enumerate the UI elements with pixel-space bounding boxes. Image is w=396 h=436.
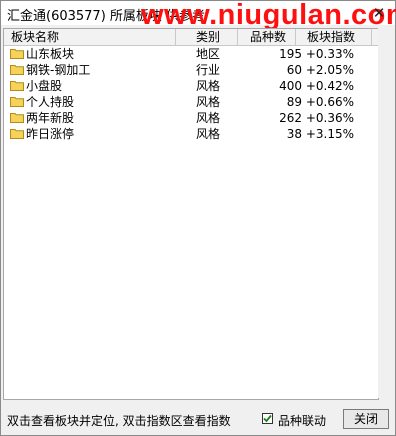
folder-icon (10, 81, 24, 91)
close-button[interactable]: 关闭 (343, 409, 389, 429)
link-checkbox[interactable] (262, 413, 273, 424)
sector-dialog: 汇金通(603577) 所属板块 供参考 www.niugulan.com ✕ … (0, 0, 396, 436)
column-header-count[interactable]: 品种数 (238, 29, 296, 45)
table-row[interactable]: 钢铁-钢加工 行业 60 +2.05% (4, 62, 378, 78)
table-row[interactable]: 个人持股 风格 89 +0.66% (4, 94, 378, 110)
sector-category: 风格 (196, 79, 221, 93)
sector-category: 风格 (196, 95, 221, 109)
column-header-category[interactable]: 类别 (176, 29, 238, 45)
column-header-name[interactable]: 板块名称 (4, 29, 176, 45)
close-icon[interactable]: ✕ (369, 3, 389, 23)
column-header-index[interactable]: 板块指数 (296, 29, 372, 45)
folder-icon (10, 113, 24, 123)
sector-count: 60 (286, 63, 302, 77)
sector-name: 小盘股 (26, 79, 63, 93)
sector-name: 山东板块 (26, 47, 75, 61)
sector-count: 38 (286, 127, 302, 141)
table-row[interactable]: 小盘股 风格 400 +0.42% (4, 78, 378, 94)
sector-count: 262 (279, 111, 302, 125)
sector-table: 板块名称 类别 品种数 板块指数 山东板块 地区 195 +0.33% 钢铁-钢加工 行业… (3, 28, 379, 400)
sector-category: 风格 (196, 111, 221, 125)
sector-name: 个人持股 (26, 95, 75, 109)
sector-name: 昨日涨停 (26, 127, 75, 141)
sector-category: 地区 (196, 47, 221, 61)
sector-count: 195 (279, 47, 302, 61)
folder-icon (10, 65, 24, 75)
folder-icon (10, 129, 24, 139)
sector-index: +0.33% (305, 47, 354, 61)
hint-text: 双击查看板块并定位, 双击指数区查看指数 (7, 414, 231, 428)
table-header: 板块名称 类别 品种数 板块指数 (4, 29, 378, 46)
sector-index: +3.15% (305, 127, 354, 141)
table-row[interactable]: 昨日涨停 风格 38 +3.15% (4, 126, 378, 142)
checkmark-icon (263, 414, 272, 423)
sector-index: +2.05% (305, 63, 354, 77)
table-row[interactable]: 山东板块 地区 195 +0.33% (4, 46, 378, 62)
folder-icon (10, 97, 24, 107)
sector-count: 400 (279, 79, 302, 93)
table-row[interactable]: 两年新股 风格 262 +0.36% (4, 110, 378, 126)
footer-bar: 双击查看板块并定位, 双击指数区查看指数 品种联动 关闭 (1, 403, 395, 435)
sector-name: 钢铁-钢加工 (26, 63, 91, 77)
folder-icon (10, 49, 24, 59)
sector-name: 两年新股 (26, 111, 75, 125)
sector-category: 行业 (196, 63, 221, 77)
sector-count: 89 (286, 95, 302, 109)
title-bar[interactable]: 汇金通(603577) 所属板块 供参考 www.niugulan.com ✕ (1, 0, 396, 31)
sector-index: +0.66% (305, 95, 354, 109)
sector-index: +0.42% (305, 79, 354, 93)
sector-category: 风格 (196, 127, 221, 141)
vertical-scrollbar[interactable] (378, 28, 394, 398)
sector-index: +0.36% (305, 111, 354, 125)
link-checkbox-label[interactable]: 品种联动 (278, 412, 326, 429)
